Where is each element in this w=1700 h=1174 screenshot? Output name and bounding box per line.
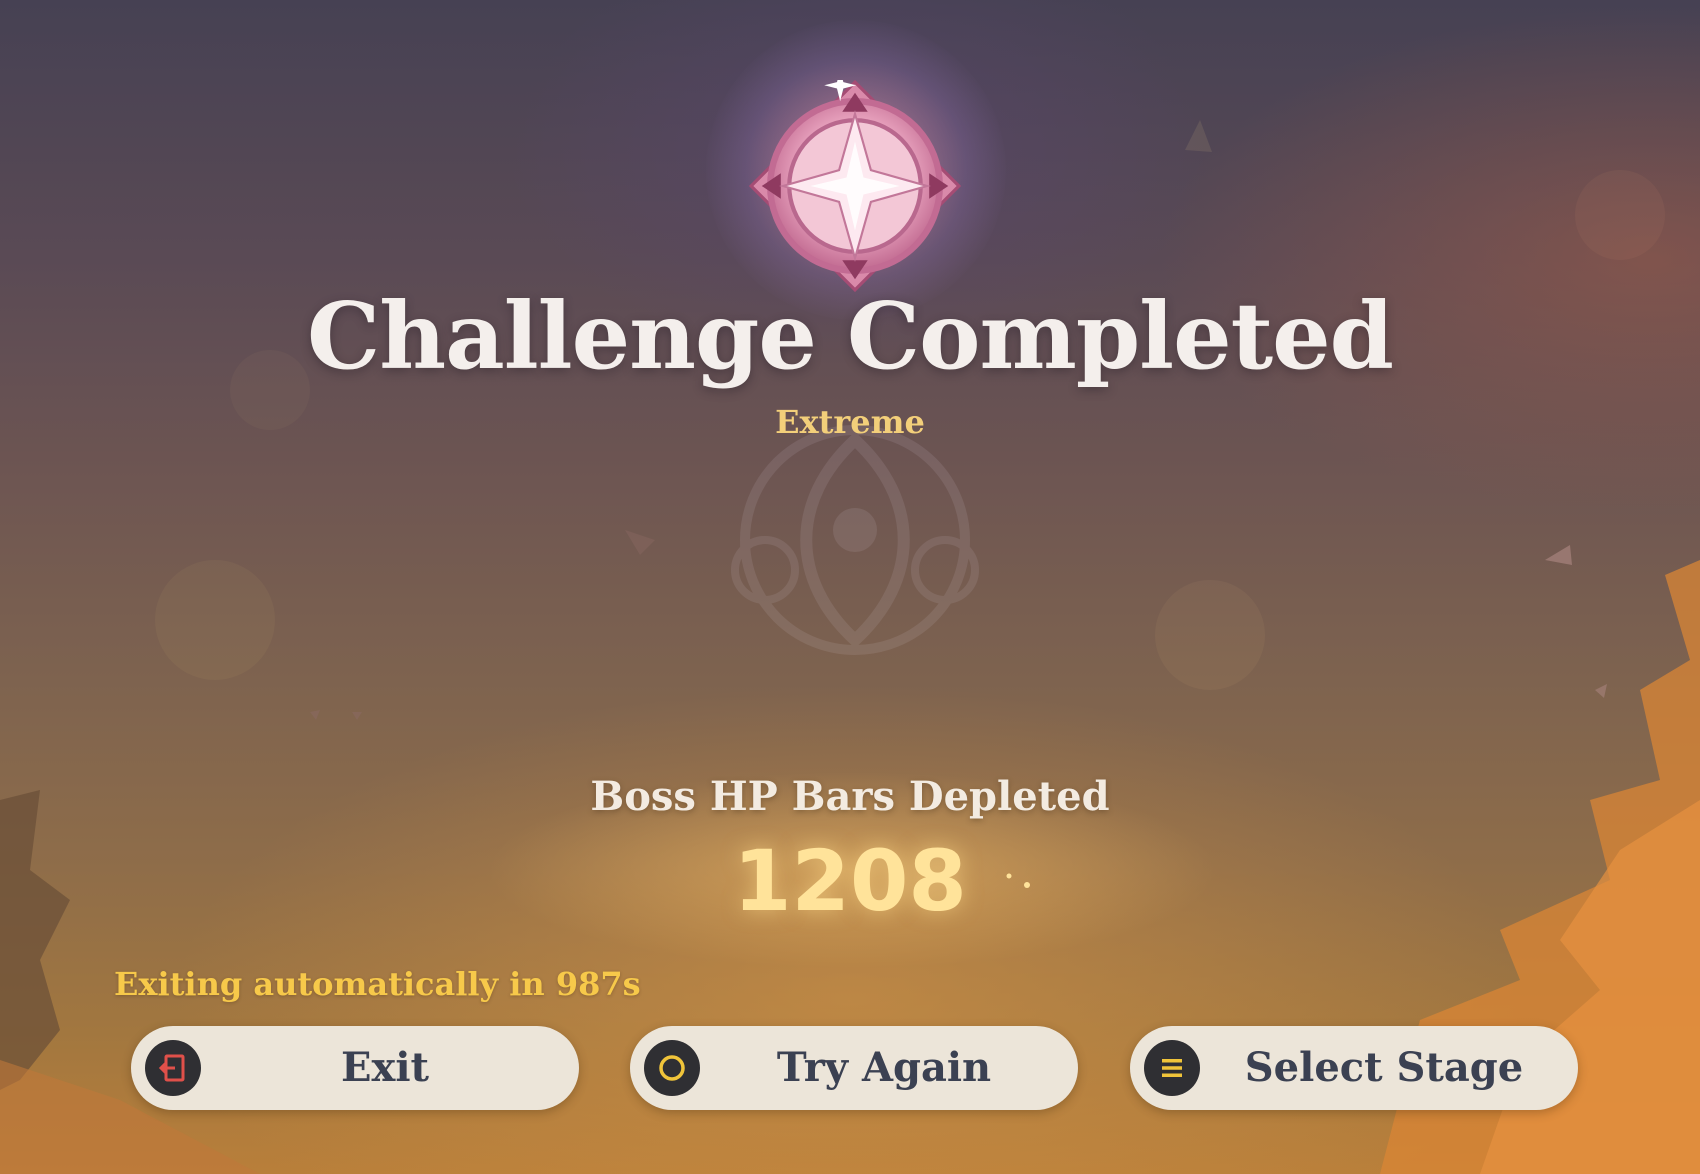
auto-exit-countdown: Exiting automatically in 987s <box>114 965 641 1003</box>
exit-button-label: Exit <box>340 1044 429 1091</box>
result-title: Challenge Completed <box>306 282 1394 390</box>
metric-label: Boss HP Bars Depleted <box>590 773 1110 820</box>
try-again-button[interactable]: Try Again <box>630 1026 1078 1110</box>
trophy-medal-icon <box>749 80 961 292</box>
select-stage-button-label: Select Stage <box>1244 1044 1524 1091</box>
faint-crest-emblem <box>731 425 979 655</box>
select-stage-button[interactable]: Select Stage <box>1130 1026 1578 1110</box>
exit-button[interactable]: Exit <box>131 1026 579 1110</box>
difficulty-label: Extreme <box>775 403 925 441</box>
metric-value: 1208 <box>733 832 967 930</box>
try-again-button-label: Try Again <box>776 1044 992 1091</box>
